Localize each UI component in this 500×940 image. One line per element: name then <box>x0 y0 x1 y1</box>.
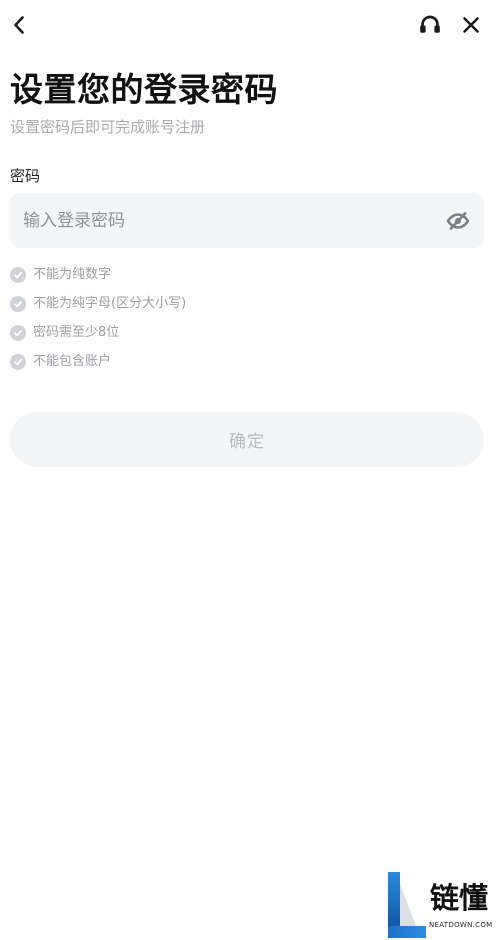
watermark-url: NEATDOWN.COM <box>429 921 493 929</box>
site-watermark: 链懂 NEATDOWN.COM <box>388 870 500 940</box>
close-icon <box>463 17 479 33</box>
top-navigation-bar <box>0 0 500 48</box>
password-rule-text: 不能为纯字母(区分大小写) <box>33 295 187 311</box>
password-visibility-toggle[interactable] <box>444 207 472 235</box>
page-subtitle: 设置密码后即可完成账号注册 <box>10 118 206 136</box>
eye-off-icon <box>446 212 470 230</box>
password-field-container <box>10 193 484 248</box>
password-rule-text: 不能为纯数字 <box>33 266 112 282</box>
check-icon <box>14 300 23 307</box>
confirm-button[interactable]: 确定 <box>10 412 484 467</box>
password-rules-list: 不能为纯数字 不能为纯字母(区分大小写) 密码需至少8位 不能包含账户 <box>10 260 470 376</box>
password-rule-item: 不能包含账户 <box>10 347 470 376</box>
password-rule-item: 密码需至少8位 <box>10 318 470 347</box>
check-circle-icon <box>10 353 26 370</box>
password-input[interactable] <box>23 193 423 248</box>
check-icon <box>14 358 23 365</box>
check-icon <box>14 271 23 278</box>
watermark-text: 链懂 <box>430 881 489 915</box>
password-rule-text: 不能包含账户 <box>33 353 112 369</box>
confirm-button-label: 确定 <box>229 432 265 451</box>
register-password-screen: 设置您的登录密码 设置密码后即可完成账号注册 密码 不能为纯数字 不能为纯字母(… <box>0 0 500 940</box>
chevron-left-icon <box>14 16 24 34</box>
password-rule-text: 密码需至少8位 <box>33 324 120 340</box>
headset-icon <box>420 15 440 33</box>
check-circle-icon <box>10 324 26 341</box>
password-rule-item: 不能为纯数字 <box>10 260 470 289</box>
customer-service-button[interactable] <box>415 10 445 40</box>
brand-logo-icon <box>388 872 426 938</box>
password-label: 密码 <box>10 167 41 185</box>
password-rule-item: 不能为纯字母(区分大小写) <box>10 289 470 318</box>
check-circle-icon <box>10 266 26 283</box>
close-button[interactable] <box>456 10 486 40</box>
back-button[interactable] <box>4 10 34 40</box>
check-circle-icon <box>10 295 26 312</box>
page-title: 设置您的登录密码 <box>10 70 278 109</box>
check-icon <box>14 329 23 336</box>
